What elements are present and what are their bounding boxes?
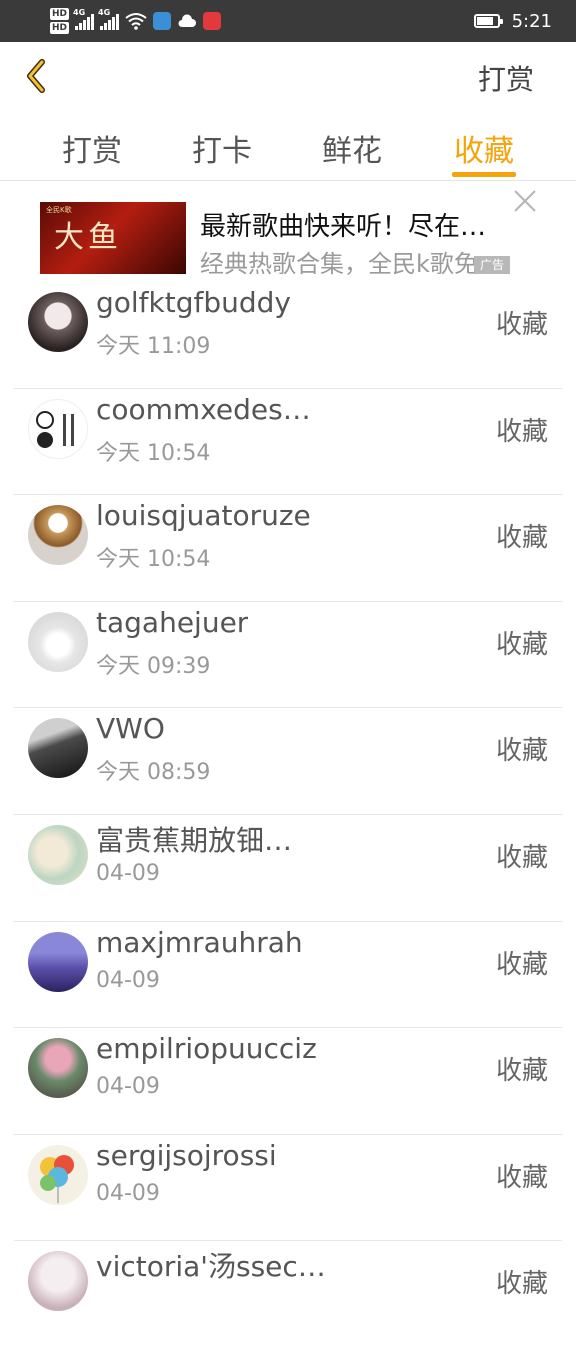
list-item[interactable]: louisqjuatoruze 今天 10:54 收藏 xyxy=(0,495,576,602)
avatar[interactable] xyxy=(28,398,88,459)
favorite-time: 04-09 xyxy=(96,967,160,993)
hd-indicator-1: HD xyxy=(50,8,70,20)
favorite-label: 收藏 xyxy=(495,310,548,340)
status-time: 5:21 xyxy=(511,10,552,32)
favorite-label: 收藏 xyxy=(495,416,548,447)
tab-reward[interactable]: 打赏 xyxy=(42,126,142,170)
favorite-label: 收藏 xyxy=(495,629,548,660)
favorite-time: 今天 11:09 xyxy=(96,334,211,359)
user-name[interactable]: sergijsojrossi xyxy=(96,1139,277,1172)
list-item[interactable]: golfktgfbuddy 今天 11:09 收藏 xyxy=(0,282,576,389)
ad-badge: 广告 xyxy=(474,256,511,274)
avatar[interactable] xyxy=(28,931,88,992)
active-tab-indicator xyxy=(452,172,516,177)
favorite-time: 今天 10:54 xyxy=(96,547,211,573)
favorites-list: golfktgfbuddy 今天 11:09 收藏 coommxedes… 今天… xyxy=(0,282,576,1348)
battery-icon xyxy=(473,14,503,28)
list-item[interactable]: 富贵蕉期放钿… 04-09 收藏 xyxy=(0,815,576,922)
wifi-icon xyxy=(125,13,147,30)
shopping-app-icon xyxy=(203,12,222,30)
user-name[interactable]: victoria'汤ssec… xyxy=(96,1245,326,1285)
hd-indicators: HD HD xyxy=(50,8,70,34)
avatar[interactable] xyxy=(28,505,88,566)
back-arrow-icon[interactable] xyxy=(18,56,58,96)
favorite-time: 04-09 xyxy=(96,1180,160,1206)
user-name[interactable]: tagahejuer xyxy=(96,606,248,639)
avatar[interactable] xyxy=(28,824,88,885)
cloud-icon xyxy=(178,14,197,27)
favorite-label: 收藏 xyxy=(495,842,548,873)
list-item[interactable]: victoria'汤ssec… 收藏 xyxy=(0,1241,576,1348)
favorite-label: 收藏 xyxy=(495,523,548,554)
user-name[interactable]: maxjmrauhrah xyxy=(96,926,303,959)
tab-bar: 打赏 打卡 鲜花 收藏 xyxy=(0,112,576,181)
avatar[interactable] xyxy=(28,611,88,672)
favorite-time: 今天 08:59 xyxy=(96,760,211,786)
status-bar: HD HD 4G 4G 5:21 xyxy=(0,0,576,42)
hd-indicator-2: HD xyxy=(50,22,70,34)
favorite-label: 收藏 xyxy=(495,949,548,980)
favorite-time: 04-09 xyxy=(96,860,160,886)
avatar[interactable] xyxy=(28,1038,88,1099)
favorite-label: 收藏 xyxy=(495,1056,548,1087)
tab-checkin[interactable]: 打卡 xyxy=(172,126,272,170)
app-header: 打赏 xyxy=(0,42,576,112)
list-item[interactable]: empilriopuucciz 04-09 收藏 xyxy=(0,1028,576,1135)
list-item[interactable]: sergijsojrossi 04-09 收藏 xyxy=(0,1135,576,1242)
avatar[interactable] xyxy=(28,292,88,352)
avatar[interactable] xyxy=(28,1144,88,1205)
tab-flowers[interactable]: 鲜花 xyxy=(302,126,402,170)
ad-banner[interactable]: 全民K歌 大鱼 最新歌曲快来听！尽在… 经典热歌合集，全民k歌免 广告 xyxy=(0,182,576,282)
favorite-label: 收藏 xyxy=(495,736,548,767)
favorite-label: 收藏 xyxy=(495,1162,548,1193)
tab-favorites[interactable]: 收藏 xyxy=(434,126,534,170)
browser-app-icon xyxy=(153,12,172,30)
user-name[interactable]: louisqjuatoruze xyxy=(96,499,311,532)
favorite-time: 今天 09:39 xyxy=(96,653,211,679)
avatar[interactable] xyxy=(28,718,88,779)
status-icons-left: HD HD 4G 4G xyxy=(50,4,222,38)
ad-thumb-title: 大鱼 xyxy=(54,220,122,255)
avatar[interactable] xyxy=(28,1251,88,1312)
favorite-time: 今天 10:54 xyxy=(96,440,211,466)
list-item[interactable]: maxjmrauhrah 04-09 收藏 xyxy=(0,922,576,1029)
ad-subtitle: 经典热歌合集，全民k歌免 xyxy=(200,250,478,278)
favorite-label: 收藏 xyxy=(495,1269,548,1300)
user-name[interactable]: 富贵蕉期放钿… xyxy=(96,819,292,859)
user-name[interactable]: empilriopuucciz xyxy=(96,1032,317,1065)
user-name[interactable]: coommxedes… xyxy=(96,393,311,426)
ad-title[interactable]: 最新歌曲快来听！尽在… xyxy=(200,206,486,243)
cellular-signal-icon-2: 4G xyxy=(98,8,120,30)
list-item[interactable]: tagahejuer 今天 09:39 收藏 xyxy=(0,602,576,709)
ad-thumbnail[interactable]: 全民K歌 大鱼 xyxy=(40,202,186,274)
list-item[interactable]: VWO 今天 08:59 收藏 xyxy=(0,708,576,815)
status-icons-right: 5:21 xyxy=(473,0,552,42)
page-title: 打赏 xyxy=(477,63,534,96)
cellular-signal-icon-1: 4G xyxy=(73,8,95,30)
close-icon[interactable] xyxy=(512,188,538,214)
favorite-time: 04-09 xyxy=(96,1074,160,1100)
user-name[interactable]: VWO xyxy=(96,712,165,745)
user-name[interactable]: golfktgfbuddy xyxy=(96,286,291,319)
list-item[interactable]: coommxedes… 今天 10:54 收藏 xyxy=(0,389,576,496)
